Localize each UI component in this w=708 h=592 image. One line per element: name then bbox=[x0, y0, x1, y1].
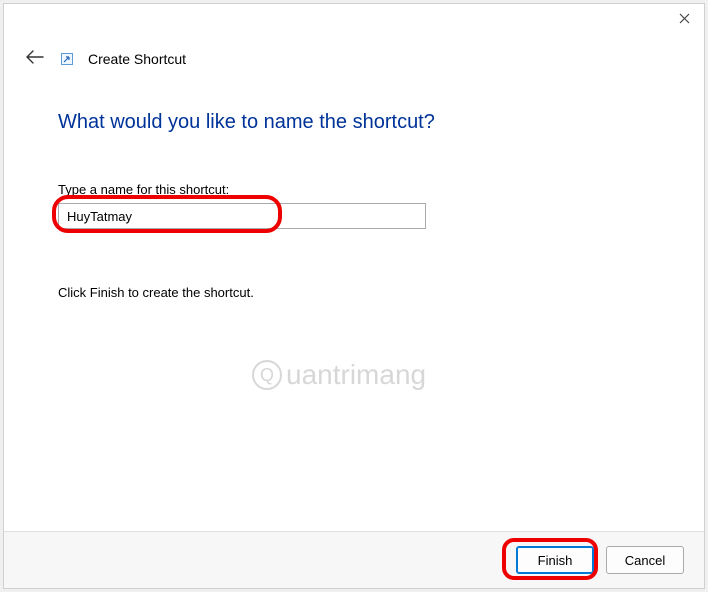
watermark: Q uantrimang bbox=[252, 359, 426, 391]
close-icon bbox=[679, 12, 690, 27]
dialog-header: Create Shortcut bbox=[4, 34, 704, 81]
watermark-icon: Q bbox=[252, 360, 282, 390]
cancel-button[interactable]: Cancel bbox=[606, 546, 684, 574]
dialog-title: Create Shortcut bbox=[88, 51, 186, 67]
input-wrapper bbox=[58, 203, 426, 229]
shortcut-name-input[interactable] bbox=[58, 203, 426, 229]
shortcut-name-label: Type a name for this shortcut: bbox=[58, 182, 650, 197]
main-heading: What would you like to name the shortcut… bbox=[58, 111, 650, 134]
back-button[interactable] bbox=[24, 46, 46, 71]
shortcut-icon bbox=[60, 52, 74, 66]
close-button[interactable] bbox=[672, 7, 696, 31]
titlebar bbox=[4, 4, 704, 34]
finish-button[interactable]: Finish bbox=[516, 546, 594, 574]
dialog-footer: Finish Cancel bbox=[4, 531, 704, 588]
help-text: Click Finish to create the shortcut. bbox=[58, 285, 650, 300]
create-shortcut-dialog: Create Shortcut What would you like to n… bbox=[3, 3, 705, 589]
watermark-text: uantrimang bbox=[286, 359, 426, 391]
dialog-content: What would you like to name the shortcut… bbox=[4, 81, 704, 531]
